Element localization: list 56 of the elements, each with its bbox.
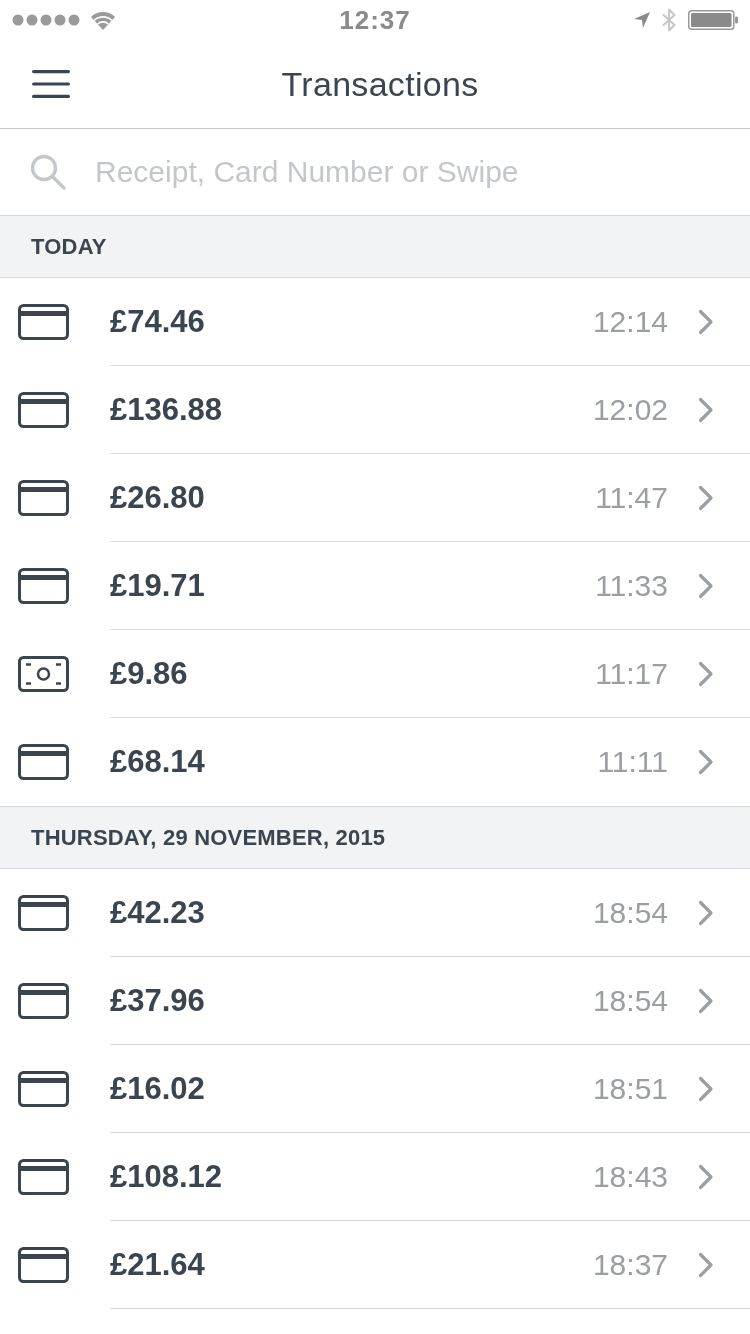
card-icon [18,895,69,931]
transaction-time: 18:51 [592,1071,668,1106]
chevron-icon [698,1251,714,1278]
card-icon [18,480,69,516]
chevron-icon [698,660,714,687]
transaction-amount: £37.96 [110,982,206,1019]
chevron-icon [698,987,714,1014]
banknote-icon [18,656,69,692]
signal-dots-icon [12,14,80,26]
menu-icon [32,70,70,98]
transaction-time: 18:37 [592,1247,668,1282]
transaction-time: 11:11 [597,744,668,779]
card-icon [18,1159,69,1195]
wifi-icon [90,10,116,30]
transaction-time: 18:54 [592,983,668,1018]
search-field[interactable]: Receipt, Card Number or Swipe [95,142,750,202]
card-icon [18,1071,69,1107]
section-heading: TODAY [0,215,750,278]
card-icon [18,1247,69,1283]
card-icon [18,304,69,340]
transaction-amount: £68.14 [110,743,206,780]
transaction-amount: £16.02 [110,1070,206,1107]
transaction-time: 18:43 [592,1159,668,1194]
battery-icon [688,10,738,30]
transaction-amount: £19.71 [110,567,206,604]
transaction-amount: £9.86 [110,655,189,692]
transaction-amount: £74.46 [110,303,206,340]
chevron-icon [698,484,714,511]
chevron-icon [698,1163,714,1190]
card-icon [18,568,69,604]
transaction-amount: £21.64 [110,1246,206,1283]
chevron-icon [698,1075,714,1102]
section-heading: THURSDAY, 29 NOVEMBER, 2015 [0,806,750,869]
transaction-amount: £136.88 [110,391,224,428]
location-arrow-icon [634,12,650,28]
transaction-time: 11:17 [595,656,668,691]
transaction-amount: £26.80 [110,479,206,516]
transaction-time: 11:47 [595,480,668,515]
status-time: 12:37 [339,4,411,36]
bluetooth-icon [662,8,676,32]
card-icon [18,983,69,1019]
transaction-amount: £42.23 [110,894,206,931]
chevron-icon [698,899,714,926]
chevron-icon [698,572,714,599]
chevron-icon [698,396,714,423]
transaction-time: 12:14 [592,304,668,339]
chevron-icon [698,748,714,775]
transaction-time: 11:33 [595,568,668,603]
chevron-icon [698,308,714,335]
page-title: Transactions [281,64,479,104]
transaction-amount: £108.12 [110,1158,224,1195]
search-icon [30,154,66,190]
card-icon [18,392,69,428]
card-icon [18,744,69,780]
transaction-time: 18:54 [592,895,668,930]
transaction-time: 12:02 [592,392,668,427]
